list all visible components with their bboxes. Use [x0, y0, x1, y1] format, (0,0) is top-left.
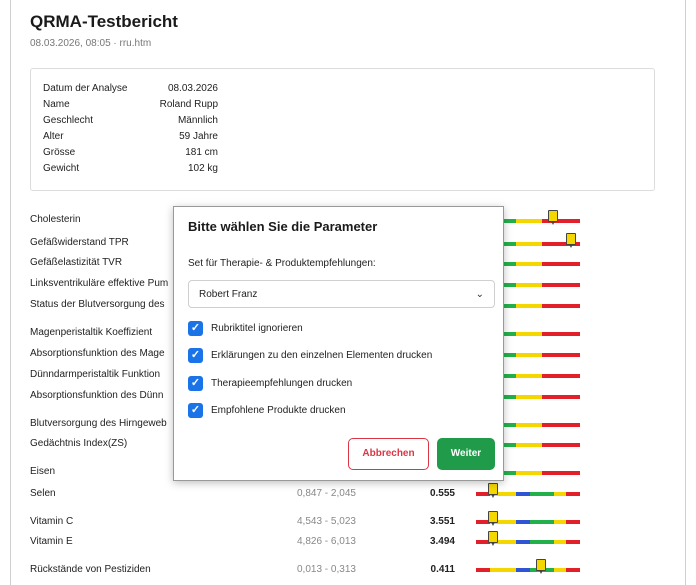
info-row-weight: Gewicht 102 kg: [43, 163, 218, 179]
parameter-label: Status der Blutversorgung des: [30, 299, 165, 310]
info-value: Männlich: [177, 115, 218, 126]
gauge-marker-icon: [566, 233, 576, 248]
parameter-label: Cholesterin: [30, 214, 81, 225]
parameter-label: Gedächtnis Index(ZS): [30, 438, 128, 449]
parameter-label: Vitamin C: [30, 516, 74, 527]
parameter-label: Rückstände von Pestiziden: [30, 564, 151, 575]
parameter-label: Vitamin E: [30, 536, 73, 547]
parameter-range: 0,847 - 2,045: [297, 488, 356, 499]
info-value: 08.03.2026: [167, 83, 218, 94]
parameter-label: Gefäßwiderstand TPR: [30, 237, 129, 248]
set-label: Set für Therapie- & Produktempfehlungen:: [188, 258, 376, 269]
info-value: 59 Jahre: [179, 131, 218, 142]
checkbox-label: Empfohlene Produkte drucken: [211, 405, 346, 416]
parameter-label: Gefäßelastizität TVR: [30, 257, 123, 268]
parameter-label: Blutversorgung des Hirngeweb: [30, 418, 167, 429]
info-key: Grösse: [43, 147, 76, 158]
therapy-set-select[interactable]: Robert Franz ⌄: [188, 280, 495, 308]
parameter-value: 3.551: [429, 516, 455, 527]
parameter-label: Absorptionsfunktion des Mage: [30, 348, 165, 359]
parameter-label: Absorptionsfunktion des Dünn: [30, 390, 164, 401]
info-value: 181 cm: [185, 147, 218, 158]
dialog-title: Bitte wählen Sie die Parameter: [188, 219, 378, 234]
checkbox-checked-icon[interactable]: ✓: [188, 348, 203, 363]
gauge-marker-icon: [536, 559, 546, 574]
parameter-label: Selen: [30, 488, 56, 499]
checkbox-label: Therapieempfehlungen drucken: [211, 378, 353, 389]
cancel-button[interactable]: Abbrechen: [348, 438, 429, 470]
chevron-down-icon: ⌄: [475, 289, 484, 300]
parameter-range: 4,543 - 5,023: [297, 516, 356, 527]
parameter-range: 4,826 - 6,013: [297, 536, 356, 547]
select-value: Robert Franz: [199, 289, 258, 300]
gauge-marker-icon: [488, 511, 498, 526]
gauge-marker-icon: [548, 210, 558, 225]
parameter-value: 0.555: [429, 488, 455, 499]
checkbox-checked-icon[interactable]: ✓: [188, 403, 203, 418]
info-row-gender: Geschlecht Männlich: [43, 115, 218, 131]
info-key: Datum der Analyse: [43, 83, 128, 94]
info-row-age: Alter 59 Jahre: [43, 131, 218, 147]
parameter-label: Magenperistaltik Koeffizient: [30, 327, 153, 338]
parameter-value: 0.411: [430, 564, 455, 575]
checkbox-label: Erklärungen zu den einzelnen Elementen d…: [211, 350, 433, 361]
checkbox-checked-icon[interactable]: ✓: [188, 376, 203, 391]
info-key: Alter: [43, 131, 64, 142]
info-value: 102 kg: [187, 163, 218, 174]
info-row-name: Name Roland Rupp: [43, 99, 218, 115]
checkbox-label: Rubriktitel ignorieren: [211, 323, 303, 334]
gauge-marker-icon: [488, 531, 498, 546]
info-key: Gewicht: [43, 163, 80, 174]
info-row-height: Grösse 181 cm: [43, 147, 218, 163]
page-subtitle: 08.03.2026, 08:05 · rru.htm: [30, 38, 152, 49]
page-title: QRMA-Testbericht: [30, 12, 178, 31]
parameter-label: Eisen: [30, 466, 56, 477]
checkbox-checked-icon[interactable]: ✓: [188, 321, 203, 336]
next-button[interactable]: Weiter: [437, 438, 495, 470]
patient-info-box: Datum der Analyse 08.03.2026 Name Roland…: [30, 68, 655, 191]
parameter-label: Linksventrikuläre effektive Pum: [30, 278, 169, 289]
parameter-value: 3.494: [429, 536, 455, 547]
info-value: Roland Rupp: [159, 99, 218, 110]
info-row-date: Datum der Analyse 08.03.2026: [43, 83, 218, 99]
info-key: Geschlecht: [43, 115, 94, 126]
info-key: Name: [43, 99, 70, 110]
parameter-label: Dünndarmperistaltik Funktion: [30, 369, 161, 380]
gauge-bar: [476, 568, 580, 572]
parameter-dialog: Bitte wählen Sie die Parameter Set für T…: [173, 206, 504, 481]
parameter-range: 0,013 - 0,313: [297, 564, 356, 575]
gauge-marker-icon: [488, 483, 498, 498]
